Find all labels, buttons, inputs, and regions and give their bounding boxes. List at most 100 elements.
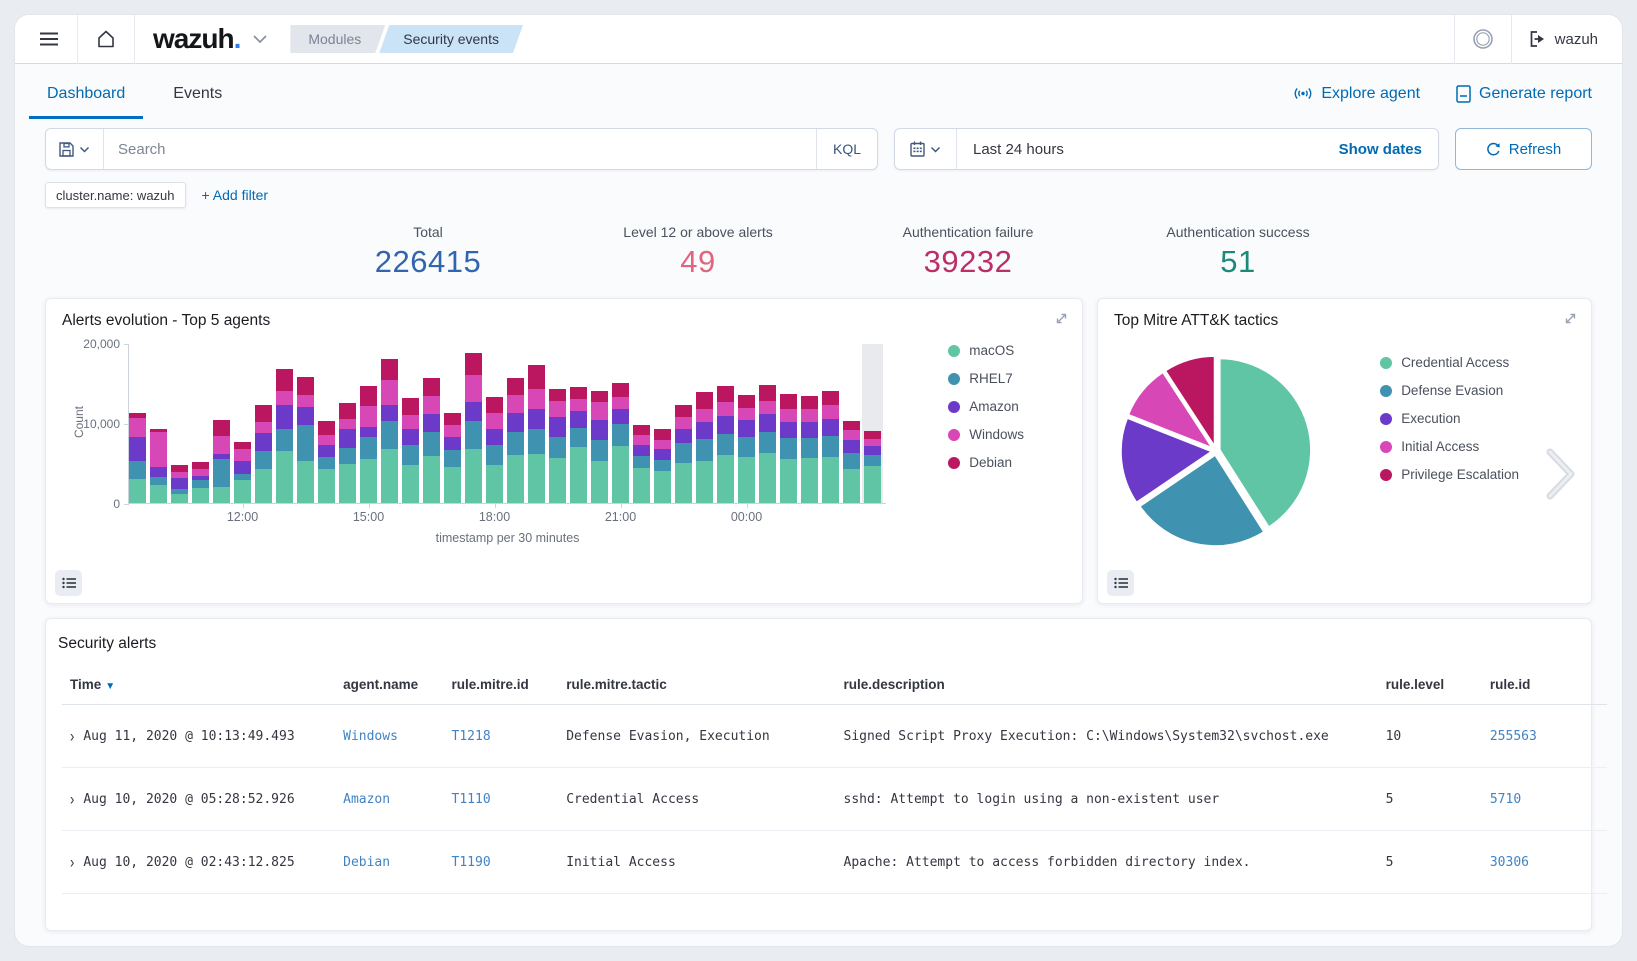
cell-agent-name-link[interactable]: Windows bbox=[335, 705, 443, 768]
menu-button[interactable] bbox=[29, 19, 69, 59]
legend-item-defense-evasion[interactable]: Defense Evasion bbox=[1380, 383, 1519, 398]
legend-item-execution[interactable]: Execution bbox=[1380, 411, 1519, 426]
expand-panel-icon[interactable] bbox=[1054, 311, 1069, 326]
stacked-bar[interactable] bbox=[864, 431, 881, 503]
bar-segment-rhel7 bbox=[675, 443, 692, 463]
legend-item-credential-access[interactable]: Credential Access bbox=[1380, 355, 1519, 370]
stacked-bar[interactable] bbox=[444, 413, 461, 503]
stacked-bar[interactable] bbox=[843, 421, 860, 503]
column-header-rule-id[interactable]: rule.id bbox=[1482, 667, 1607, 705]
health-check-button[interactable] bbox=[1463, 19, 1503, 59]
breadcrumb-modules[interactable]: Modules bbox=[290, 25, 385, 53]
cell-mitre-id-link[interactable]: T1218 bbox=[444, 705, 559, 768]
stacked-bar[interactable] bbox=[507, 378, 524, 503]
cell-mitre-tactic: Initial Access bbox=[558, 831, 835, 894]
legend-item-debian[interactable]: Debian bbox=[948, 455, 1024, 470]
stacked-bar[interactable] bbox=[171, 465, 188, 503]
stacked-bar[interactable] bbox=[255, 405, 272, 503]
stacked-bar[interactable] bbox=[528, 365, 545, 503]
column-header-time[interactable]: Time▼ bbox=[62, 667, 335, 705]
tab-dashboard[interactable]: Dashboard bbox=[45, 67, 127, 121]
filter-pill-cluster-name[interactable]: cluster.name: wazuh bbox=[45, 182, 186, 208]
stacked-bar[interactable] bbox=[465, 353, 482, 503]
cell-rule-id-link[interactable]: 5710 bbox=[1482, 768, 1607, 831]
bar-segment-macos bbox=[255, 469, 272, 503]
stacked-bar[interactable] bbox=[234, 442, 251, 503]
legend-item-privilege-escalation[interactable]: Privilege Escalation bbox=[1380, 467, 1519, 482]
column-header-agent-name[interactable]: agent.name bbox=[335, 667, 443, 705]
legend-item-windows[interactable]: Windows bbox=[948, 427, 1024, 442]
home-button[interactable] bbox=[86, 19, 126, 59]
stacked-bar[interactable] bbox=[780, 394, 797, 503]
column-header-rule-mitre-id[interactable]: rule.mitre.id bbox=[444, 667, 559, 705]
stacked-bar[interactable] bbox=[213, 420, 230, 503]
cell-agent-name-link[interactable]: Amazon bbox=[335, 768, 443, 831]
cell-mitre-id-link[interactable]: T1110 bbox=[444, 768, 559, 831]
stacked-bar[interactable] bbox=[801, 396, 818, 503]
stacked-bar[interactable] bbox=[570, 387, 587, 503]
stacked-bar[interactable] bbox=[549, 389, 566, 503]
saved-queries-button[interactable] bbox=[46, 129, 104, 169]
bar-segment-windows bbox=[297, 395, 314, 407]
expand-row-icon[interactable]: › bbox=[70, 852, 74, 872]
cell-agent-name-link[interactable]: Debian bbox=[335, 831, 443, 894]
stacked-bar[interactable] bbox=[381, 359, 398, 503]
stacked-bar[interactable] bbox=[297, 377, 314, 503]
next-visualization-chevron-icon[interactable] bbox=[1543, 447, 1577, 501]
stacked-bar[interactable] bbox=[402, 398, 419, 503]
stacked-bar[interactable] bbox=[696, 392, 713, 503]
stacked-bar[interactable] bbox=[276, 369, 293, 503]
stacked-bar[interactable] bbox=[633, 425, 650, 503]
bar-segment-amazon bbox=[339, 429, 356, 447]
bar-segment-rhel7 bbox=[591, 440, 608, 461]
stacked-bar[interactable] bbox=[150, 429, 167, 503]
stacked-bar[interactable] bbox=[339, 403, 356, 503]
stacked-bar[interactable] bbox=[318, 421, 335, 503]
app-switcher[interactable]: wazuh. bbox=[143, 23, 268, 55]
column-header-rule-level[interactable]: rule.level bbox=[1378, 667, 1482, 705]
stacked-bar[interactable] bbox=[675, 405, 692, 503]
legend-item-rhel7[interactable]: RHEL7 bbox=[948, 371, 1024, 386]
bar-segment-amazon bbox=[171, 478, 188, 488]
kql-button[interactable]: KQL bbox=[816, 129, 877, 169]
time-range-value[interactable]: Last 24 hours bbox=[957, 141, 1323, 158]
date-quick-select-button[interactable] bbox=[895, 129, 957, 169]
legend-item-amazon[interactable]: Amazon bbox=[948, 399, 1024, 414]
refresh-button[interactable]: Refresh bbox=[1455, 128, 1592, 170]
x-axis-tick bbox=[747, 503, 748, 508]
user-menu[interactable]: wazuh bbox=[1520, 31, 1608, 48]
stacked-bar[interactable] bbox=[738, 395, 755, 503]
expand-row-icon[interactable]: › bbox=[70, 726, 74, 746]
column-header-rule-description[interactable]: rule.description bbox=[836, 667, 1378, 705]
stacked-bar[interactable] bbox=[612, 383, 629, 503]
stacked-bar[interactable] bbox=[654, 429, 671, 503]
bar-segment-macos bbox=[444, 467, 461, 503]
stacked-bar[interactable] bbox=[192, 462, 209, 503]
stacked-bar[interactable] bbox=[759, 385, 776, 503]
legend-toggle-button[interactable] bbox=[55, 570, 82, 596]
explore-agent-button[interactable]: Explore agent bbox=[1293, 85, 1420, 103]
stacked-bar[interactable] bbox=[822, 391, 839, 503]
tab-events[interactable]: Events bbox=[171, 67, 224, 121]
bar-segment-amazon bbox=[297, 407, 314, 425]
generate-report-button[interactable]: Generate report bbox=[1456, 85, 1592, 103]
stacked-bar[interactable] bbox=[360, 386, 377, 503]
cell-mitre-id-link[interactable]: T1190 bbox=[444, 831, 559, 894]
expand-row-icon[interactable]: › bbox=[70, 789, 74, 809]
cell-rule-id-link[interactable]: 255563 bbox=[1482, 705, 1607, 768]
add-filter-button[interactable]: + Add filter bbox=[202, 187, 269, 203]
column-header-rule-mitre-tactic[interactable]: rule.mitre.tactic bbox=[558, 667, 835, 705]
stacked-bar[interactable] bbox=[129, 413, 146, 503]
stacked-bar[interactable] bbox=[486, 397, 503, 503]
stacked-bar[interactable] bbox=[423, 378, 440, 503]
legend-item-macos[interactable]: macOS bbox=[948, 343, 1024, 358]
legend-toggle-button[interactable] bbox=[1107, 570, 1134, 596]
search-input[interactable] bbox=[104, 141, 816, 158]
list-icon bbox=[62, 577, 76, 589]
stacked-bar[interactable] bbox=[591, 391, 608, 503]
show-dates-button[interactable]: Show dates bbox=[1323, 141, 1438, 158]
stacked-bar[interactable] bbox=[717, 386, 734, 503]
expand-panel-icon[interactable] bbox=[1563, 311, 1578, 326]
cell-rule-id-link[interactable]: 30306 bbox=[1482, 831, 1607, 894]
legend-item-initial-access[interactable]: Initial Access bbox=[1380, 439, 1519, 454]
